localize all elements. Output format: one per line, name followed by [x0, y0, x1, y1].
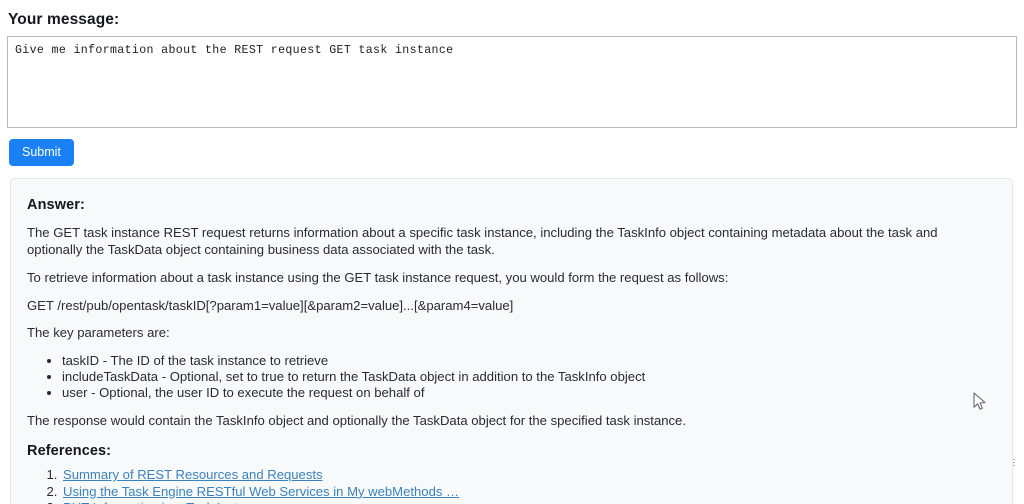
page-root: Your message: Submit Answer: The GET tas… — [0, 0, 1024, 504]
answer-heading: Answer: — [27, 197, 85, 213]
reference-link-2[interactable]: Using the Task Engine RESTful Web Servic… — [63, 484, 459, 499]
references-list: Summary of REST Resources and Requests U… — [27, 467, 996, 504]
list-item: includeTaskData - Optional, set to true … — [62, 369, 996, 385]
list-item: Using the Task Engine RESTful Web Servic… — [61, 484, 996, 501]
list-item: user - Optional, the user ID to execute … — [62, 385, 996, 401]
message-input[interactable] — [7, 36, 1017, 128]
answer-paragraph-response: The response would contain the TaskInfo … — [27, 412, 686, 428]
answer-paragraph-howto: To retrieve information about a task ins… — [27, 270, 729, 285]
answer-request-syntax: GET /rest/pub/opentask/taskID[?param1=va… — [27, 297, 514, 313]
answer-card: Answer: The GET task instance REST reque… — [10, 178, 1013, 504]
answer-parameter-list: taskID - The ID of the task instance to … — [27, 353, 996, 401]
reference-link-3[interactable]: PUT Information in a Task Instance — [63, 500, 266, 504]
list-item: taskID - The ID of the task instance to … — [62, 353, 996, 369]
list-item: Summary of REST Resources and Requests — [61, 467, 996, 484]
answer-parameters-intro: The key parameters are: — [27, 325, 170, 340]
references-heading: References: — [27, 443, 112, 459]
reference-link-1[interactable]: Summary of REST Resources and Requests — [63, 467, 323, 482]
list-item: PUT Information in a Task Instance — [61, 500, 996, 504]
answer-paragraph-overview: The GET task instance REST request retur… — [27, 225, 938, 257]
message-form-label: Your message: — [8, 11, 120, 28]
submit-button[interactable]: Submit — [9, 139, 74, 166]
